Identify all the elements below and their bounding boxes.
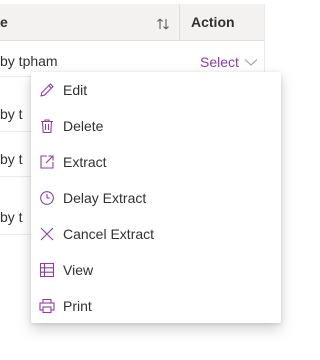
menu-item-delete[interactable]: Delete (31, 108, 281, 144)
menu-item-label: View (63, 262, 94, 278)
menu-item-view[interactable]: View (31, 252, 281, 288)
table-icon (38, 261, 56, 279)
menu-item-label: Delay Extract (63, 190, 147, 206)
row-owner-text: by t (0, 151, 23, 167)
printer-icon (38, 297, 56, 315)
menu-item-extract[interactable]: Extract (31, 144, 281, 180)
row-owner-text: by t (0, 106, 23, 122)
x-icon (38, 225, 56, 243)
chevron-down-icon[interactable] (244, 56, 258, 68)
trash-icon (38, 117, 56, 135)
name-column-header[interactable]: e (0, 4, 8, 41)
sort-icon[interactable] (156, 17, 170, 31)
row-owner-text: by t (0, 209, 23, 225)
menu-item-delay-extract[interactable]: Delay Extract (31, 180, 281, 216)
column-divider[interactable] (179, 4, 180, 41)
action-column-header: Action (191, 14, 235, 30)
clock-icon (38, 189, 56, 207)
open-external-icon (38, 153, 56, 171)
menu-item-label: Print (63, 298, 92, 314)
menu-item-label: Edit (63, 82, 88, 98)
pencil-icon (38, 81, 56, 99)
menu-item-edit[interactable]: Edit (31, 72, 281, 108)
menu-item-label: Cancel Extract (63, 226, 155, 242)
grid-header: e Action (0, 4, 264, 41)
context-menu: Edit Delete Extract Delay Extract Cancel… (31, 72, 281, 323)
menu-item-cancel-extract[interactable]: Cancel Extract (31, 216, 281, 252)
menu-item-label: Delete (63, 118, 104, 134)
menu-item-print[interactable]: Print (31, 288, 281, 324)
menu-item-label: Extract (63, 154, 107, 170)
